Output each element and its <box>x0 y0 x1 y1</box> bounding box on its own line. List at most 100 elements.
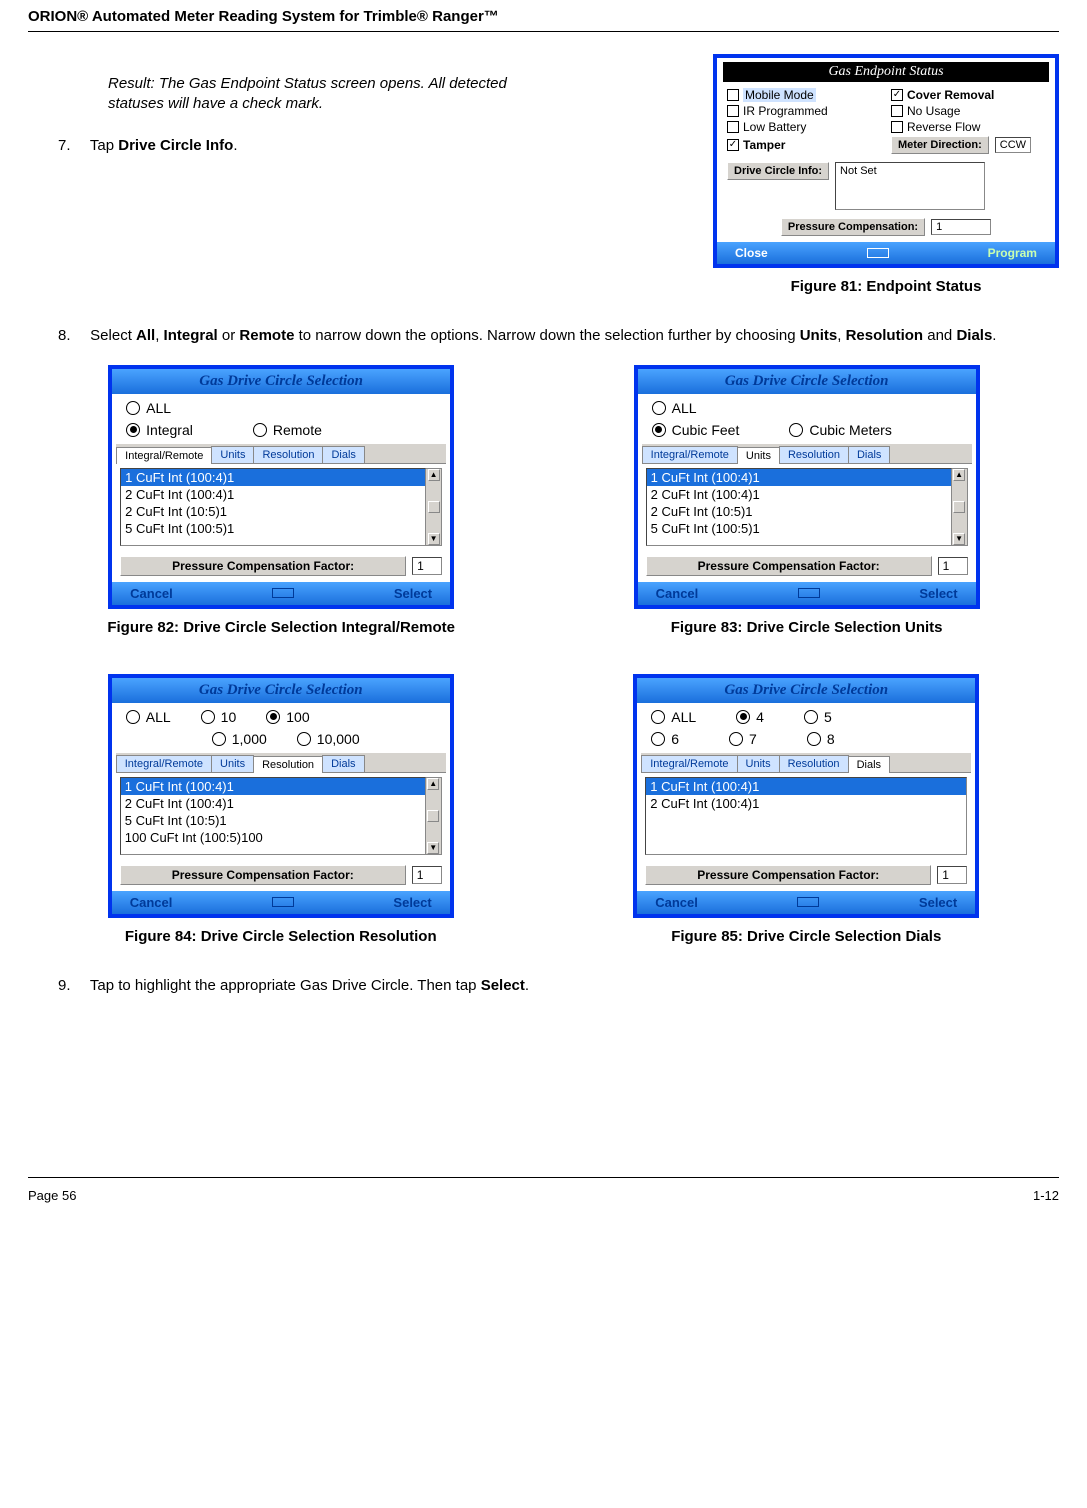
drive-circle-info-value[interactable]: Not Set <box>835 162 985 210</box>
tab-dials[interactable]: Dials <box>848 756 890 773</box>
radio-10[interactable]: 10 <box>201 709 237 725</box>
scrollbar[interactable]: ▲▼ <box>426 777 442 855</box>
tab-dials[interactable]: Dials <box>848 446 890 463</box>
select-button[interactable]: Select <box>919 586 957 601</box>
tab-integral-remote[interactable]: Integral/Remote <box>116 447 212 464</box>
list-item[interactable]: 2 CuFt Int (10:5)1 <box>121 503 425 520</box>
select-button[interactable]: Select <box>393 895 431 910</box>
scroll-thumb[interactable] <box>427 810 439 822</box>
scroll-up-icon[interactable]: ▲ <box>953 469 965 481</box>
list-item[interactable]: 2 CuFt Int (100:4)1 <box>121 795 425 812</box>
radio-5[interactable]: 5 <box>804 709 832 725</box>
scrollbar[interactable]: ▲▼ <box>952 468 968 546</box>
chk-reverse-flow[interactable]: Reverse Flow <box>891 120 1045 134</box>
list-item[interactable]: 100 CuFt Int (100:5)100 <box>121 829 425 846</box>
list-item[interactable]: 1 CuFt Int (100:4)1 <box>646 778 966 795</box>
chk-ir-programmed[interactable]: IR Programmed <box>727 104 881 118</box>
pcf-value[interactable]: 1 <box>938 557 968 575</box>
pressure-comp-button[interactable]: Pressure Compensation: <box>781 218 925 236</box>
pcf-button[interactable]: Pressure Compensation Factor: <box>646 556 932 576</box>
list-item[interactable]: 1 CuFt Int (100:4)1 <box>121 469 425 486</box>
scroll-up-icon[interactable]: ▲ <box>427 778 439 790</box>
radio-remote[interactable]: Remote <box>253 422 322 438</box>
radio-7[interactable]: 7 <box>729 731 757 747</box>
chk-no-usage[interactable]: No Usage <box>891 104 1045 118</box>
cancel-button[interactable]: Cancel <box>655 895 698 910</box>
list-item[interactable]: 5 CuFt Int (10:5)1 <box>121 812 425 829</box>
radio-cubic-feet[interactable]: Cubic Feet <box>652 422 740 438</box>
scroll-thumb[interactable] <box>953 501 965 513</box>
scroll-down-icon[interactable]: ▼ <box>427 842 439 854</box>
scroll-up-icon[interactable]: ▲ <box>428 469 440 481</box>
tab-dials[interactable]: Dials <box>322 446 364 463</box>
drive-circle-info-button[interactable]: Drive Circle Info: <box>727 162 829 180</box>
scrollbar[interactable]: ▲▼ <box>426 468 442 546</box>
scroll-thumb[interactable] <box>428 501 440 513</box>
pcf-button[interactable]: Pressure Compensation Factor: <box>645 865 931 885</box>
radio-integral[interactable]: Integral <box>126 422 193 438</box>
pcf-value[interactable]: 1 <box>412 866 442 884</box>
chk-tamper[interactable]: ✓Tamper <box>727 136 881 154</box>
tab-resolution[interactable]: Resolution <box>779 755 849 772</box>
tab-resolution[interactable]: Resolution <box>253 756 323 773</box>
radio-all[interactable]: ALL <box>651 709 696 725</box>
chk-mobile-mode[interactable]: Mobile Mode <box>727 88 881 102</box>
list-item[interactable]: 2 CuFt Int (100:4)1 <box>647 486 951 503</box>
keyboard-icon[interactable] <box>272 588 294 598</box>
dcs-list[interactable]: 1 CuFt Int (100:4)12 CuFt Int (100:4)12 … <box>646 468 952 546</box>
list-item[interactable]: 2 CuFt Int (100:4)1 <box>121 486 425 503</box>
radio-cubic-meters[interactable]: Cubic Meters <box>789 422 891 438</box>
scroll-down-icon[interactable]: ▼ <box>953 533 965 545</box>
program-button[interactable]: Program <box>988 246 1037 260</box>
tab-integral-remote[interactable]: Integral/Remote <box>642 446 738 463</box>
tab-resolution[interactable]: Resolution <box>779 446 849 463</box>
select-button[interactable]: Select <box>919 895 957 910</box>
dcs-list[interactable]: 1 CuFt Int (100:4)12 CuFt Int (100:4)15 … <box>120 777 426 855</box>
keyboard-icon[interactable] <box>867 248 889 258</box>
close-button[interactable]: Close <box>735 246 768 260</box>
list-item[interactable]: 2 CuFt Int (10:5)1 <box>647 503 951 520</box>
tab-units[interactable]: Units <box>737 447 780 464</box>
keyboard-icon[interactable] <box>272 897 294 907</box>
keyboard-icon[interactable] <box>797 897 819 907</box>
chk-low-battery[interactable]: Low Battery <box>727 120 881 134</box>
tab-units[interactable]: Units <box>211 446 254 463</box>
radio-4[interactable]: 4 <box>736 709 764 725</box>
select-button[interactable]: Select <box>394 586 432 601</box>
radio-6[interactable]: 6 <box>651 731 679 747</box>
pcf-button[interactable]: Pressure Compensation Factor: <box>120 865 406 885</box>
list-item[interactable]: 2 CuFt Int (100:4)1 <box>646 795 966 812</box>
cancel-button[interactable]: Cancel <box>130 586 173 601</box>
list-item[interactable]: 5 CuFt Int (100:5)1 <box>647 520 951 537</box>
tab-integral-remote[interactable]: Integral/Remote <box>116 755 212 772</box>
tab-integral-remote[interactable]: Integral/Remote <box>641 755 737 772</box>
radio-10-000[interactable]: 10,000 <box>297 731 360 747</box>
radio-all[interactable]: ALL <box>126 709 171 725</box>
pcf-value[interactable]: 1 <box>412 557 442 575</box>
cancel-button[interactable]: Cancel <box>656 586 699 601</box>
list-item[interactable]: 1 CuFt Int (100:4)1 <box>121 778 425 795</box>
cancel-button[interactable]: Cancel <box>130 895 173 910</box>
radio-all[interactable]: ALL <box>652 400 962 416</box>
keyboard-icon[interactable] <box>798 588 820 598</box>
list-item[interactable]: 1 CuFt Int (100:4)1 <box>647 469 951 486</box>
tab-dials[interactable]: Dials <box>322 755 364 772</box>
meter-direction-value[interactable]: CCW <box>995 137 1031 153</box>
tab-units[interactable]: Units <box>737 755 780 772</box>
pcf-button[interactable]: Pressure Compensation Factor: <box>120 556 406 576</box>
radio-1-000[interactable]: 1,000 <box>212 731 267 747</box>
chk-cover-removal[interactable]: ✓Cover Removal <box>891 88 1045 102</box>
pressure-comp-value[interactable]: 1 <box>931 219 991 235</box>
list-item[interactable]: 5 CuFt Int (100:5)1 <box>121 520 425 537</box>
pcf-value[interactable]: 1 <box>937 866 967 884</box>
dcs-list[interactable]: 1 CuFt Int (100:4)12 CuFt Int (100:4)12 … <box>120 468 426 546</box>
dcs-title: Gas Drive Circle Selection <box>112 678 450 703</box>
radio-100[interactable]: 100 <box>266 709 309 725</box>
meter-direction-button[interactable]: Meter Direction: <box>891 136 989 154</box>
dcs-list[interactable]: 1 CuFt Int (100:4)12 CuFt Int (100:4)1 <box>645 777 967 855</box>
radio-all[interactable]: ALL <box>126 400 171 416</box>
scroll-down-icon[interactable]: ▼ <box>428 533 440 545</box>
radio-8[interactable]: 8 <box>807 731 835 747</box>
tab-units[interactable]: Units <box>211 755 254 772</box>
tab-resolution[interactable]: Resolution <box>253 446 323 463</box>
